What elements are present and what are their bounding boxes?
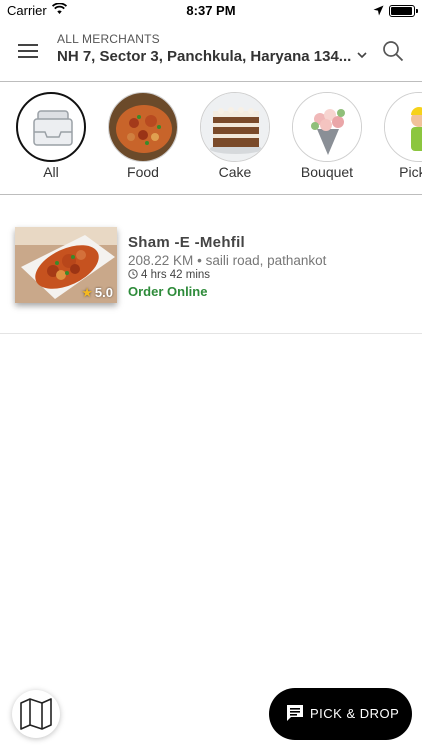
- rating-value: 5.0: [94, 285, 113, 300]
- search-icon[interactable]: [382, 40, 404, 62]
- pick-drop-button[interactable]: PICK & DROP: [269, 688, 412, 740]
- delivery-time-value: 4 hrs 42 mins: [141, 269, 211, 281]
- pick-drop-label: PICK & DROP: [310, 706, 400, 721]
- clock-time: 8:37 PM: [186, 3, 236, 18]
- bouquet-image: [292, 92, 362, 162]
- category-label: Food: [127, 164, 159, 180]
- merchant-card[interactable]: ★ 5.0 Sham -E -Mehfil 208.22 KM • saili r…: [0, 196, 422, 334]
- merchant-distance-location: 208.22 KM • saili road, pathankot: [128, 253, 326, 268]
- order-online-status[interactable]: Order Online: [128, 284, 207, 299]
- chat-bubble-icon: [287, 705, 303, 721]
- merchant-distance: 208.22 KM: [128, 253, 194, 268]
- category-label: Pick &: [399, 164, 422, 180]
- delivery-man-image: [384, 92, 422, 162]
- category-all[interactable]: All: [8, 92, 94, 180]
- cake-image: [200, 92, 270, 162]
- category-label: Cake: [218, 164, 252, 180]
- map-view-button[interactable]: [12, 690, 60, 738]
- category-strip: All Food Cake Bouquet Pic: [0, 83, 422, 195]
- category-label: All: [43, 164, 59, 180]
- merchant-location: saili road, pathankot: [205, 253, 327, 268]
- battery-icon: [389, 5, 418, 17]
- category-pick-drop[interactable]: Pick &: [376, 92, 422, 180]
- category-bouquet[interactable]: Bouquet: [284, 92, 370, 180]
- inbox-tray-icon: [16, 92, 86, 162]
- food-dish-image: [108, 92, 178, 162]
- header-label: ALL MERCHANTS: [57, 32, 160, 46]
- merchant-name: Sham -E -Mehfil: [128, 234, 246, 251]
- location-selector[interactable]: NH 7, Sector 3, Panchkula, Haryana 134..…: [57, 48, 351, 65]
- clock-icon: [128, 269, 138, 279]
- header: ALL MERCHANTS NH 7, Sector 3, Panchkula,…: [0, 22, 422, 82]
- merchant-delivery-time: 4 hrs 42 mins: [128, 269, 210, 281]
- star-icon: ★: [81, 285, 93, 300]
- hamburger-menu-icon[interactable]: [18, 44, 38, 59]
- category-food[interactable]: Food: [100, 92, 186, 180]
- status-bar: Carrier 8:37 PM: [0, 0, 422, 22]
- category-label: Bouquet: [300, 164, 354, 180]
- rating-badge: ★ 5.0: [81, 285, 113, 301]
- category-cake[interactable]: Cake: [192, 92, 278, 180]
- map-icon: [20, 698, 52, 730]
- merchant-thumbnail: ★ 5.0: [15, 227, 117, 303]
- chevron-down-icon[interactable]: [357, 52, 367, 59]
- location-arrow-icon: [373, 5, 384, 16]
- meta-separator: •: [197, 253, 202, 268]
